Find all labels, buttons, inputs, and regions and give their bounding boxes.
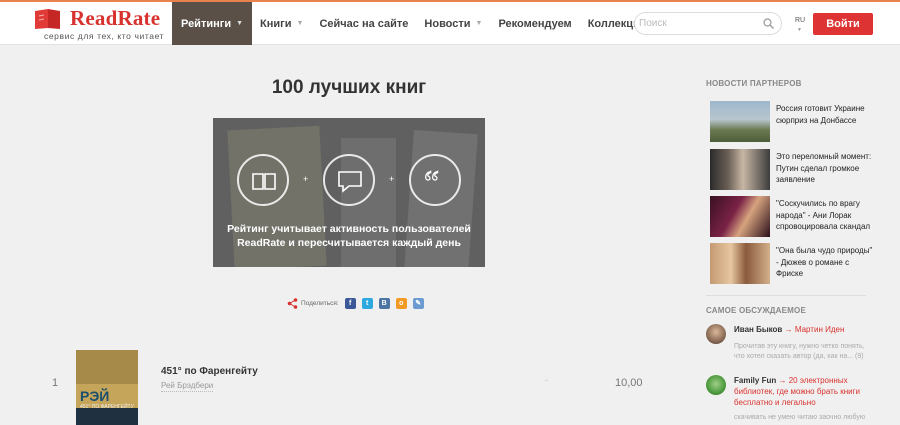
news-item[interactable]: Это переломный момент: Путин сделал гром… [710,149,871,191]
nav-item-news[interactable]: Новости ▼ [416,2,490,45]
news-thumbnail [710,101,770,142]
nav-item-label: Рекомендуем [498,17,572,30]
news-title: "Соскучились по врагу народа" - Ани Лора… [776,199,871,231]
cover-title: РЭЙ [80,388,110,404]
user-name-link[interactable]: Иван Быков [734,325,782,334]
chevron-down-icon: ▼ [296,20,304,27]
speech-bubble-icon [338,171,362,193]
open-book-icon [252,173,276,190]
language-switch[interactable]: RU [795,17,805,24]
arrow-right-icon: → [784,325,793,334]
search-box [634,12,782,35]
twitter-share-button[interactable]: t [361,297,373,309]
plus-icon: + [303,174,309,184]
cover-art [76,350,138,384]
page-title: 100 лучших книг [271,77,427,98]
nav-item-label: Книги [260,17,292,30]
main-nav: Рейтинги ▼ Книги ▼ Сейчас на сайте Новос… [172,2,655,45]
share-bar: Поделиться: f t B o ✎ [287,297,430,309]
book-rank: 1 [52,377,59,389]
quote-icon: “ [423,168,439,194]
book-author-link[interactable]: Рей Брэдбери [161,381,214,392]
news-thumbnail [710,196,770,237]
avatar[interactable] [706,324,726,344]
logo-text: ReadRate [70,6,161,30]
nav-item-now-on-site[interactable]: Сейчас на сайте [311,2,416,45]
facebook-share-button[interactable]: f [344,297,356,309]
partner-news-heading: НОВОСТИ ПАРТНЕРОВ [706,79,802,88]
comment-circle-icon [323,154,375,206]
book-cover[interactable]: РЭЙ 451° ПО ФАРЕНГЕЙТУ [76,350,138,425]
livejournal-share-button[interactable]: ✎ [412,297,424,309]
chevron-down-icon[interactable]: ▼ [797,27,802,33]
cover-art [76,408,138,425]
nav-item-label: Новости [424,17,471,30]
banner-caption: Рейтинг учитывает активность пользовател… [227,223,471,249]
news-title: "Она была чудо природы" - Дюжев о романе… [776,246,873,278]
news-item[interactable]: Россия готовит Украине сюрприз на Донбас… [710,101,870,143]
discussed-heading: САМОЕ ОБСУЖДАЕМОЕ [706,306,806,315]
vk-share-button[interactable]: B [378,297,390,309]
avatar[interactable] [706,375,726,395]
news-item[interactable]: "Соскучились по врагу народа" - Ани Лора… [710,196,870,238]
logo-tagline: сервис для тех, кто читает [44,31,165,41]
arrow-right-icon: → [778,376,787,385]
book-title-link[interactable]: 451° по Фаренгейту [161,366,258,377]
nav-item-books[interactable]: Книги ▼ [252,2,311,45]
chevron-down-icon: ▼ [475,20,483,27]
news-title: Это переломный момент: Путин сделал гром… [776,152,872,184]
quote-circle-icon: “ [409,154,461,206]
login-button[interactable]: Войти [813,13,873,35]
nav-item-ratings[interactable]: Рейтинги ▼ [172,2,253,45]
header: ReadRate сервис для тех, кто читает Рейт… [0,2,900,45]
news-thumbnail [710,243,770,284]
book-circle-icon [237,154,289,206]
book-logo-icon [35,9,60,29]
news-item[interactable]: "Она была чудо природы" - Дюжев о романе… [710,243,872,285]
share-icon [287,297,298,309]
discussion-header: Family Fun → 20 электронных библиотек, г… [734,375,874,408]
book-link[interactable]: Мартин Иден [795,325,845,334]
news-thumbnail [710,149,770,190]
nav-item-recommend[interactable]: Рекомендуем [490,2,579,45]
svg-text:“: “ [424,168,439,194]
news-title: Россия готовит Украине сюрприз на Донбас… [776,104,865,125]
cover-subtitle: 451° ПО ФАРЕНГЕЙТУ [80,404,134,410]
logo[interactable]: ReadRate сервис для тех, кто читает [34,6,174,43]
comment-snippet[interactable]: Прочитав эту книгу, нужно четко понять, … [734,342,874,362]
plus-icon: + [389,174,395,184]
search-icon[interactable] [763,18,774,29]
nav-item-label: Сейчас на сайте [319,17,409,30]
odnoklassniki-share-button[interactable]: o [395,297,407,309]
book-score: 10,00 [615,377,643,389]
rating-banner: + + “ Рейтинг учитывает активность польз… [213,118,485,267]
divider [706,295,866,296]
discussion-header: Иван Быков → Мартин Иден [734,324,874,335]
nav-item-label: Рейтинги [181,17,232,30]
user-name-link[interactable]: Family Fun [734,376,776,385]
user-rating-placeholder[interactable]: - [545,375,548,385]
chevron-down-icon: ▼ [236,20,244,27]
share-label: Поделиться: [301,299,339,307]
search-input[interactable] [636,14,760,33]
comment-snippet[interactable]: скачивать не умею читаю заочно любую [734,413,874,423]
